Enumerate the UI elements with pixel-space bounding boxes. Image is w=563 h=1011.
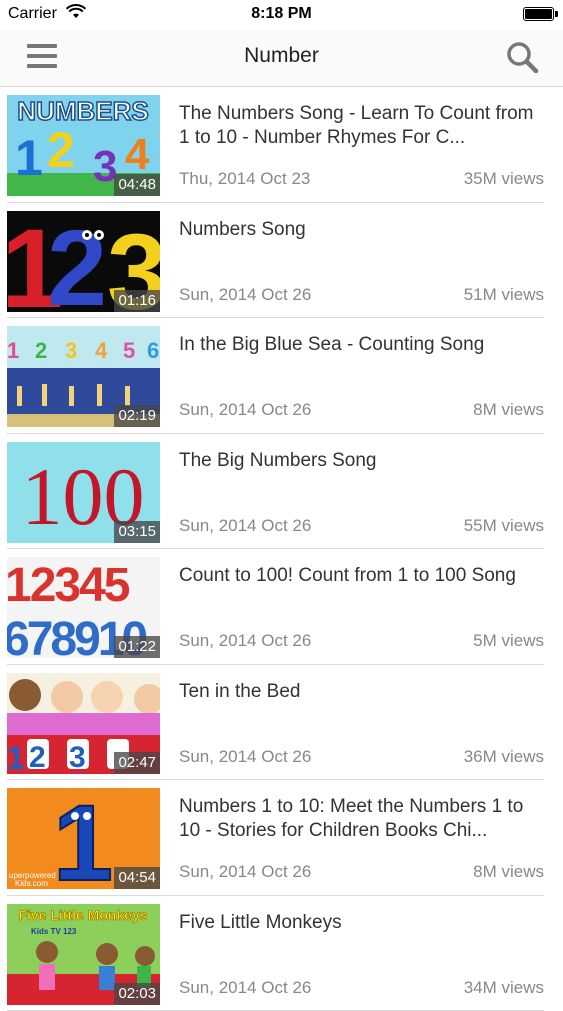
video-date: Sun, 2014 Oct 26 bbox=[179, 400, 311, 420]
video-views: 35M views bbox=[464, 169, 544, 189]
video-thumbnail[interactable]: 1 2 3 02:47 bbox=[7, 673, 160, 774]
svg-text:1: 1 bbox=[7, 740, 25, 774]
video-date: Sun, 2014 Oct 26 bbox=[179, 978, 311, 998]
video-row[interactable]: 12345 678910 01:22 Count to 100! Count f… bbox=[0, 549, 563, 665]
clock: 8:18 PM bbox=[0, 5, 563, 23]
video-thumbnail[interactable]: 100 03:15 bbox=[7, 442, 160, 543]
video-duration: 03:15 bbox=[114, 521, 160, 543]
video-row[interactable]: Five Little Monkeys Kids TV 123 02:03 Fi… bbox=[0, 896, 563, 1011]
video-thumbnail[interactable]: NUMBERS 1 2 3 4 04:48 bbox=[7, 95, 160, 196]
svg-text:1: 1 bbox=[53, 788, 113, 889]
video-row[interactable]: 1 2 3 01:16 Numbers Song Sun, 2014 Oct 2… bbox=[0, 203, 563, 319]
video-row[interactable]: 1 2 3 4 5 6 02:19 In the Big Blue Sea - … bbox=[0, 318, 563, 434]
video-date: Sun, 2014 Oct 26 bbox=[179, 747, 311, 767]
video-title[interactable]: Five Little Monkeys bbox=[179, 911, 547, 935]
video-row[interactable]: 1 2 3 02:47 Ten in the Bed Sun, 2014 Oct… bbox=[0, 665, 563, 781]
video-date: Thu, 2014 Oct 23 bbox=[179, 169, 310, 189]
svg-text:Kids TV 123: Kids TV 123 bbox=[31, 927, 77, 936]
battery-icon bbox=[523, 7, 554, 21]
video-list: NUMBERS 1 2 3 4 04:48 The Numbers Song -… bbox=[0, 87, 563, 1011]
video-title[interactable]: Numbers 1 to 10: Meet the Numbers 1 to 1… bbox=[179, 795, 547, 843]
status-bar: Carrier 8:18 PM bbox=[0, 0, 563, 30]
video-date: Sun, 2014 Oct 26 bbox=[179, 631, 311, 651]
video-date: Sun, 2014 Oct 26 bbox=[179, 516, 311, 536]
video-title[interactable]: Count to 100! Count from 1 to 100 Song bbox=[179, 564, 547, 588]
svg-text:1: 1 bbox=[7, 338, 19, 363]
video-title[interactable]: In the Big Blue Sea - Counting Song bbox=[179, 333, 547, 357]
svg-text:3: 3 bbox=[65, 338, 77, 363]
video-row[interactable]: 100 03:15 The Big Numbers Song Sun, 2014… bbox=[0, 434, 563, 550]
video-title[interactable]: The Big Numbers Song bbox=[179, 449, 547, 473]
video-duration: 01:16 bbox=[114, 290, 160, 312]
svg-text:2: 2 bbox=[47, 211, 107, 312]
svg-text:2: 2 bbox=[29, 741, 46, 774]
video-views: 55M views bbox=[464, 516, 544, 536]
video-views: 5M views bbox=[473, 631, 544, 651]
svg-text:1: 1 bbox=[15, 130, 43, 186]
video-duration: 04:48 bbox=[114, 174, 160, 196]
battery-tip bbox=[555, 11, 558, 17]
svg-text:2: 2 bbox=[47, 122, 75, 178]
video-views: 8M views bbox=[473, 400, 544, 420]
video-views: 51M views bbox=[464, 285, 544, 305]
video-date: Sun, 2014 Oct 26 bbox=[179, 285, 311, 305]
video-title[interactable]: Ten in the Bed bbox=[179, 680, 547, 704]
page-title: Number bbox=[0, 44, 563, 68]
video-views: 8M views bbox=[473, 862, 544, 882]
video-views: 36M views bbox=[464, 747, 544, 767]
svg-text:Kids.com: Kids.com bbox=[15, 879, 48, 888]
video-duration: 04:54 bbox=[114, 867, 160, 889]
video-title[interactable]: The Numbers Song - Learn To Count from 1… bbox=[179, 102, 547, 150]
svg-text:4: 4 bbox=[125, 130, 150, 179]
svg-text:2: 2 bbox=[35, 338, 47, 363]
svg-text:6: 6 bbox=[147, 338, 159, 363]
video-duration: 02:19 bbox=[114, 405, 160, 427]
svg-text:12345: 12345 bbox=[7, 559, 130, 612]
video-views: 34M views bbox=[464, 978, 544, 998]
video-thumbnail[interactable]: 1 2 3 4 5 6 02:19 bbox=[7, 326, 160, 427]
video-date: Sun, 2014 Oct 26 bbox=[179, 862, 311, 882]
svg-text:4: 4 bbox=[95, 338, 108, 363]
svg-text:Five Little Monkeys: Five Little Monkeys bbox=[18, 907, 147, 923]
video-duration: 02:47 bbox=[114, 752, 160, 774]
video-thumbnail[interactable]: Five Little Monkeys Kids TV 123 02:03 bbox=[7, 904, 160, 1005]
search-icon[interactable] bbox=[505, 40, 539, 74]
svg-text:NUMBERS: NUMBERS bbox=[17, 96, 148, 126]
video-title[interactable]: Numbers Song bbox=[179, 218, 547, 242]
video-row[interactable]: 1 uperpowered Kids.com 04:54 Numbers 1 t… bbox=[0, 780, 563, 896]
video-duration: 02:03 bbox=[114, 983, 160, 1005]
video-duration: 01:22 bbox=[114, 636, 160, 658]
svg-text:3: 3 bbox=[69, 741, 86, 774]
navigation-bar: Number bbox=[0, 30, 563, 87]
video-thumbnail[interactable]: 1 2 3 01:16 bbox=[7, 211, 160, 312]
video-thumbnail[interactable]: 12345 678910 01:22 bbox=[7, 557, 160, 658]
svg-text:5: 5 bbox=[123, 338, 135, 363]
video-row[interactable]: NUMBERS 1 2 3 4 04:48 The Numbers Song -… bbox=[0, 87, 563, 203]
video-thumbnail[interactable]: 1 uperpowered Kids.com 04:54 bbox=[7, 788, 160, 889]
